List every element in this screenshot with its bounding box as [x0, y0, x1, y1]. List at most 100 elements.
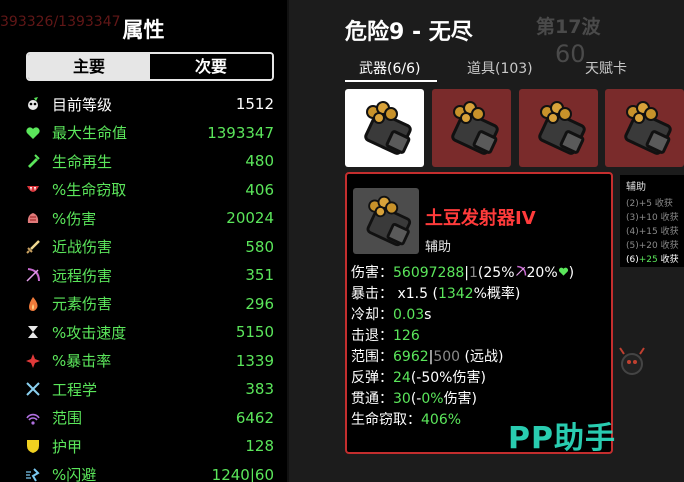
damage-label: 伤害：	[351, 265, 393, 281]
stat-row-dodge: %闪避 1240|60	[24, 461, 274, 482]
range-line: 范围：6962|500 (远战)	[351, 346, 613, 367]
crit-suffix: %概率)	[473, 286, 521, 302]
stat-row-armor: 护甲 128	[24, 432, 274, 461]
stat-row-ranged: 远程伤害 351	[24, 261, 274, 290]
attributes-title: 属性	[122, 18, 165, 42]
stat-value: 406	[245, 180, 274, 199]
stat-label: 元素伤害	[52, 295, 113, 314]
stat-label: %闪避	[52, 466, 97, 482]
knockback-line: 击退：126	[351, 325, 613, 346]
set-bonus-prefix: (3)	[626, 213, 639, 223]
set-bonus-text: 收获	[660, 227, 679, 237]
range-icon	[24, 409, 42, 427]
lifesteal-icon	[24, 181, 42, 199]
bounce-line: 反弹：24(-50%伤害)	[351, 367, 613, 388]
stat-label: %攻击速度	[52, 323, 127, 342]
stat-label: 范围	[52, 409, 83, 428]
pierce-percent: 0%	[421, 391, 444, 407]
set-bonus-text: 收获	[654, 199, 673, 209]
potato-launcher-icon	[450, 101, 499, 155]
set-bonus-prefix: (4)	[626, 227, 639, 237]
stat-value: 20024	[226, 209, 274, 228]
stat-row-regen: 生命再生 480	[24, 147, 274, 176]
range-value: 6962	[393, 349, 429, 365]
lifesteal-label: 生命窃取：	[351, 412, 421, 428]
cooldown-value: 0.03	[393, 307, 425, 323]
set-bonus-amount: +10	[638, 213, 658, 223]
stat-list: 目前等级 1512 最大生命值 1393347 生命再生 480 %生命窃取 4…	[24, 90, 274, 482]
knockback-value: 126	[393, 328, 420, 344]
set-bonus-prefix: (5)	[626, 241, 639, 251]
stat-row-elemental: 元素伤害 296	[24, 290, 274, 319]
stat-row-range: 范围 6462	[24, 404, 274, 433]
set-bonus-line: (4)+15 收获	[626, 225, 684, 239]
bounce-value: 24	[393, 370, 411, 386]
stat-value: 1393347	[207, 123, 274, 142]
stat-row-attack-speed: %攻击速度 5150	[24, 318, 274, 347]
pierce-open-paren: (-	[410, 391, 422, 407]
damage-base: 1	[468, 265, 478, 281]
level-icon	[24, 95, 42, 113]
attributes-panel: 393326/1393347 属性 主要 次要 目前等级 1512 最大生命值 …	[0, 0, 287, 482]
knockback-label: 击退：	[351, 328, 393, 344]
stat-row-level: 目前等级 1512	[24, 90, 274, 119]
dodge-icon	[24, 466, 42, 482]
damage-close-paren: )	[568, 265, 575, 281]
crit-label: 暴击：	[351, 286, 393, 302]
sword-icon	[24, 238, 42, 256]
stat-value: 480	[245, 152, 274, 171]
set-bonus-amount: +5	[638, 199, 653, 209]
stat-label: 护甲	[52, 437, 83, 456]
set-bonus-tooltip: 辅助 (2)+5 收获 (3)+10 收获 (4)+15 收获 (5)+20 收…	[620, 175, 684, 267]
weapon-slot-1[interactable]	[345, 89, 424, 167]
set-bonus-line-active: (6)+25 收获	[626, 253, 684, 267]
weapon-slot-3[interactable]	[519, 89, 598, 167]
set-bonus-line: (2)+5 收获	[626, 197, 684, 211]
tab-primary[interactable]: 主要	[28, 54, 150, 79]
damage-value: 56097288	[393, 265, 465, 281]
stat-value: 296	[245, 294, 274, 313]
hourglass-icon	[24, 323, 42, 341]
regen-icon	[24, 152, 42, 170]
stat-row-max-hp: 最大生命值 1393347	[24, 119, 274, 148]
stat-value: 580	[245, 237, 274, 256]
stat-value: 1512	[235, 95, 274, 114]
range-label: 范围：	[351, 349, 393, 365]
set-bonus-amount: +25	[638, 255, 658, 265]
danger-title: 危险9 - 无尽	[345, 20, 473, 45]
stat-row-damage: %伤害 20024	[24, 204, 274, 233]
weapon-detail-card: 土豆发射器IV 辅助 伤害：56097288|1(25% 20%) 暴击： x1.…	[345, 172, 613, 454]
weapon-slot-4[interactable]	[605, 89, 684, 167]
pierce-note: 伤害)	[443, 391, 478, 407]
set-bonus-prefix: (2)	[626, 199, 639, 209]
stat-label: 远程伤害	[52, 266, 113, 285]
attribute-tabs: 主要 次要	[26, 52, 274, 81]
set-bonus-prefix: (6)	[626, 255, 639, 265]
range-base: 500	[433, 349, 461, 365]
stat-row-crit: %暴击率 1339	[24, 347, 274, 376]
tab-talent-cards[interactable]: 天赋卡	[585, 58, 627, 78]
crit-icon	[24, 352, 42, 370]
stat-label: %生命窃取	[52, 181, 127, 200]
tab-weapons-underline	[345, 80, 437, 82]
tab-items[interactable]: 道具(103)	[467, 58, 533, 78]
set-bonus-line: (5)+20 收获	[626, 239, 684, 253]
stat-value: 351	[245, 266, 274, 285]
flame-icon	[24, 295, 42, 313]
tab-weapons[interactable]: 武器(6/6)	[359, 58, 420, 78]
pierce-value: 30	[393, 391, 411, 407]
stat-label: 目前等级	[52, 95, 113, 114]
potato-launcher-icon	[623, 101, 672, 155]
stat-row-engineering: 工程学 383	[24, 375, 274, 404]
stat-value: 5150	[235, 323, 274, 342]
crit-multiplier: x1.5	[397, 286, 429, 302]
stat-label: 生命再生	[52, 152, 113, 171]
crit-line: 暴击： x1.5 (1342%概率)	[351, 283, 613, 304]
set-bonus-amount: +15	[638, 227, 658, 237]
damage-icon	[24, 209, 42, 227]
range-note: (远战)	[464, 349, 504, 365]
stat-value: 383	[245, 380, 274, 399]
shield-icon	[24, 437, 42, 455]
tab-secondary[interactable]: 次要	[150, 54, 272, 79]
weapon-slot-2[interactable]	[432, 89, 511, 167]
